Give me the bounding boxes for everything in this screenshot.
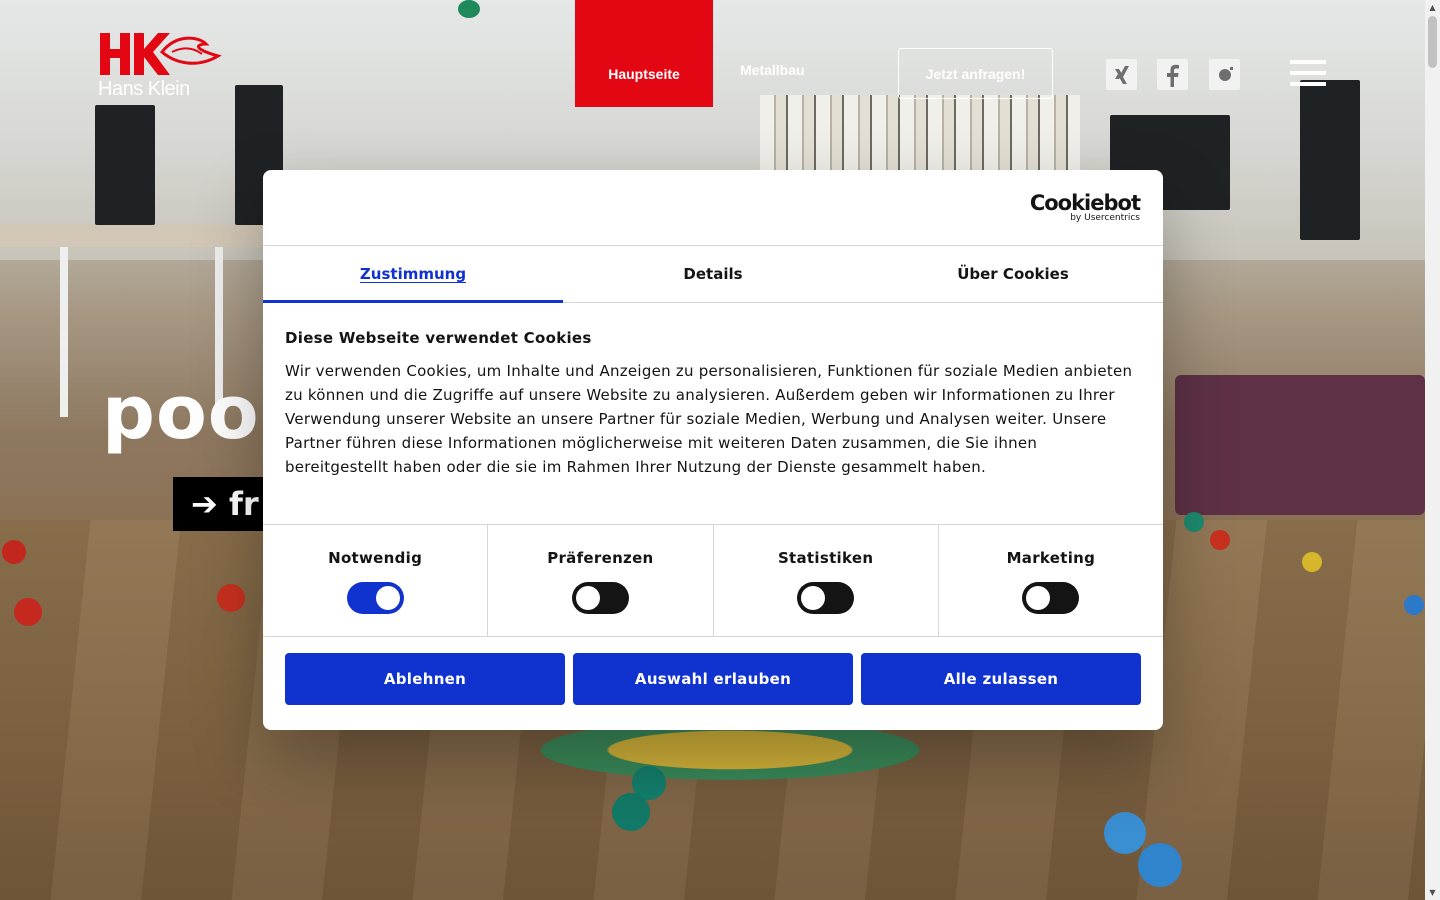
toggle-cell-praeferenzen: Präferenzen bbox=[488, 525, 714, 636]
dialog-body: Diese Webseite verwendet Cookies Wir ver… bbox=[263, 303, 1163, 525]
hero-cta-button[interactable]: ➔ fr bbox=[173, 477, 277, 531]
scroll-down-arrow-icon[interactable]: ▼ bbox=[1425, 885, 1440, 900]
hans-klein-logo[interactable]: Hans Klein bbox=[98, 30, 223, 102]
ball bbox=[1184, 512, 1204, 532]
office-monitor bbox=[95, 105, 155, 225]
ball bbox=[458, 0, 480, 18]
ball bbox=[1210, 530, 1230, 550]
office-monitor bbox=[1300, 80, 1360, 240]
nav-home[interactable]: Hauptseite bbox=[575, 0, 713, 107]
instagram-icon[interactable] bbox=[1209, 59, 1240, 90]
scroll-up-arrow-icon[interactable]: ▲ bbox=[1425, 0, 1440, 15]
page-scrollbar[interactable]: ▲ ▼ bbox=[1425, 0, 1440, 900]
ball bbox=[1138, 843, 1182, 887]
ball bbox=[217, 584, 245, 612]
bookshelf bbox=[760, 95, 1080, 175]
office-desk bbox=[0, 225, 300, 247]
ball bbox=[1302, 552, 1322, 572]
cookiebot-logo[interactable]: Cookiebot by Usercentrics bbox=[1029, 191, 1141, 223]
hero-title: pool bbox=[102, 370, 287, 456]
toggle-knob bbox=[575, 586, 600, 610]
facebook-icon[interactable] bbox=[1157, 59, 1188, 90]
dialog-header: Cookiebot by Usercentrics bbox=[263, 170, 1163, 246]
tab-ueber-cookies[interactable]: Über Cookies bbox=[863, 246, 1163, 302]
purple-pouf bbox=[1175, 375, 1425, 515]
ball bbox=[1104, 812, 1146, 854]
tab-details[interactable]: Details bbox=[563, 246, 863, 302]
toggle-label: Präferenzen bbox=[547, 549, 654, 567]
toggle-cell-marketing: Marketing bbox=[939, 525, 1163, 636]
dialog-heading: Diese Webseite verwendet Cookies bbox=[285, 329, 592, 347]
tab-zustimmung[interactable]: Zustimmung bbox=[263, 246, 563, 303]
dialog-buttons: Ablehnen Auswahl erlauben Alle zulassen bbox=[263, 637, 1163, 705]
cookie-consent-dialog: Cookiebot by Usercentrics Zustimmung Det… bbox=[263, 170, 1163, 730]
dialog-text: Wir verwenden Cookies, um Inhalte und An… bbox=[285, 362, 1133, 476]
toggle-notwendig[interactable] bbox=[346, 582, 404, 614]
consent-toggles: Notwendig Präferenzen Statistiken Market… bbox=[263, 525, 1163, 637]
xing-icon[interactable] bbox=[1106, 59, 1137, 90]
toggle-knob bbox=[375, 586, 400, 610]
toggle-praeferenzen[interactable] bbox=[571, 582, 629, 614]
decline-button[interactable]: Ablehnen bbox=[285, 653, 565, 705]
ball bbox=[612, 793, 650, 831]
toggle-label: Marketing bbox=[1006, 549, 1096, 567]
request-button[interactable]: Jetzt anfragen! bbox=[898, 48, 1053, 99]
logo-text: Hans Klein bbox=[98, 78, 190, 100]
toggle-statistiken[interactable] bbox=[797, 582, 855, 614]
hk-logo-icon bbox=[100, 33, 222, 75]
allow-all-button[interactable]: Alle zulassen bbox=[861, 653, 1141, 705]
toggle-marketing[interactable] bbox=[1022, 582, 1080, 614]
hamburger-menu-icon[interactable] bbox=[1290, 60, 1326, 88]
desk-leg bbox=[60, 247, 68, 417]
ball bbox=[1404, 595, 1424, 615]
ball bbox=[2, 540, 26, 564]
scrollbar-thumb[interactable] bbox=[1428, 16, 1437, 68]
toggle-cell-notwendig: Notwendig bbox=[263, 525, 489, 636]
allow-selection-button[interactable]: Auswahl erlauben bbox=[573, 653, 853, 705]
toggle-knob bbox=[1026, 586, 1051, 610]
ball bbox=[14, 598, 42, 626]
toggle-label: Statistiken bbox=[777, 549, 874, 567]
nav-metallbau[interactable]: Metallbau bbox=[740, 62, 805, 78]
toggle-knob bbox=[801, 586, 826, 610]
dialog-tabs: Zustimmung Details Über Cookies bbox=[263, 246, 1163, 303]
cookiebot-brand: Cookiebot bbox=[1029, 191, 1141, 215]
toggle-label: Notwendig bbox=[328, 549, 423, 567]
toggle-cell-statistiken: Statistiken bbox=[714, 525, 939, 636]
